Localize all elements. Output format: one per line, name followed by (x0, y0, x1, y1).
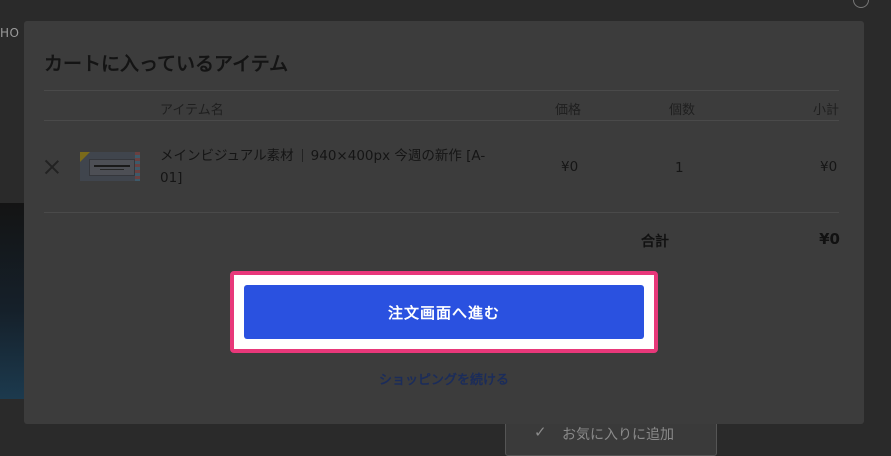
row-divider (44, 212, 839, 213)
checkout-highlight-frame: 注文画面へ進む (230, 271, 658, 353)
item-subtotal: ¥0 (820, 159, 838, 175)
total-label: 合計 (641, 234, 669, 250)
continue-shopping-link[interactable]: ショッピングを続ける (24, 369, 864, 388)
item-name[interactable]: メインビジュアル素材 940×400px 今週の新作 [A-01] (160, 145, 490, 189)
modal-title: カートに入っているアイテム (44, 53, 289, 75)
item-thumbnail (80, 152, 140, 181)
column-header-item-name: アイテム名 (160, 103, 224, 118)
column-header-subtotal: 小計 (813, 103, 840, 118)
item-quantity: 1 (675, 160, 684, 176)
column-header-price: 価格 (555, 103, 582, 118)
header-icon (853, 0, 869, 8)
header-bottom-divider (44, 120, 839, 121)
item-title: メインビジュアル素材 (160, 148, 294, 164)
site-logo: HO (0, 26, 20, 40)
checkmark-icon: ✓ (534, 423, 547, 441)
header-divider (44, 90, 839, 91)
total-value: ¥0 (819, 230, 840, 248)
remove-item-icon[interactable] (44, 159, 60, 175)
cart-modal: カートに入っているアイテム アイテム名 価格 個数 小計 メインビジュアル素材 9… (24, 21, 864, 424)
column-header-quantity: 個数 (669, 103, 696, 118)
background-hero-image (0, 203, 24, 399)
proceed-to-checkout-button[interactable]: 注文画面へ進む (244, 285, 644, 339)
separator (301, 149, 303, 162)
add-to-favorites-label: お気に入りに追加 (562, 427, 674, 443)
item-price: ¥0 (561, 159, 579, 175)
